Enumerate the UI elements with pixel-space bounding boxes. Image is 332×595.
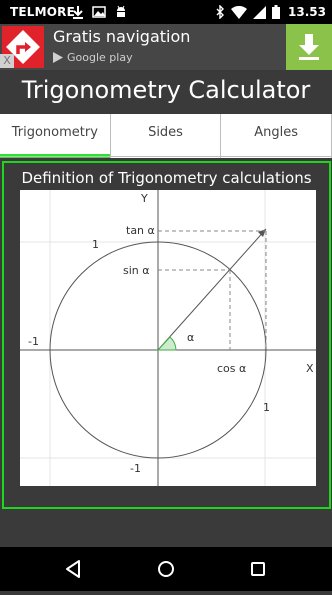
download-icon xyxy=(73,6,83,19)
tab-label: Angles xyxy=(254,125,299,140)
x-neg-one-label: -1 xyxy=(28,335,39,348)
app-bar: Trigonometry Calculator xyxy=(0,70,332,114)
home-icon[interactable] xyxy=(158,561,174,577)
ad-close-button[interactable]: X xyxy=(0,54,14,68)
tab-angles[interactable]: Angles xyxy=(221,114,332,158)
definition-panel: Definition of Trigonometry calculations xyxy=(2,161,331,509)
radius-line xyxy=(157,228,267,351)
angle-label: α xyxy=(187,331,194,344)
ad-banner[interactable]: X Gratis navigation Google play xyxy=(0,24,332,70)
tab-bar: Trigonometry Sides Angles xyxy=(0,114,332,158)
back-icon[interactable] xyxy=(66,560,80,578)
clock: 13.53 xyxy=(288,5,326,19)
google-play-icon xyxy=(53,52,63,63)
carrier-name: TELMORE xyxy=(10,5,76,19)
x-pos-one-label: 1 xyxy=(263,401,270,414)
battery-icon xyxy=(272,5,281,19)
x-axis-label: X xyxy=(306,362,314,375)
tab-label: Trigonometry xyxy=(11,125,98,140)
app-title: Trigonometry Calculator xyxy=(21,76,311,104)
tab-sides[interactable]: Sides xyxy=(111,114,222,158)
unit-circle-svg: Y X tan α sin α cos α α 1 -1 1 -1 xyxy=(20,190,316,486)
sin-label: sin α xyxy=(123,264,150,277)
ad-store-label: Google play xyxy=(67,51,133,64)
signal-icon xyxy=(253,5,267,19)
tab-divider xyxy=(0,156,332,157)
status-bar: TELMORE 13.53 xyxy=(0,0,332,24)
tab-label: Sides xyxy=(148,125,183,140)
panel-title: Definition of Trigonometry calculations xyxy=(21,169,312,187)
image-icon xyxy=(92,6,106,18)
angle-arc xyxy=(156,336,177,351)
tab-trigonometry[interactable]: Trigonometry xyxy=(0,114,111,158)
wifi-icon xyxy=(231,5,248,19)
unit-circle-diagram: Y X tan α sin α cos α α 1 -1 1 -1 xyxy=(20,190,316,486)
ad-title[interactable]: Gratis navigation xyxy=(53,27,190,46)
bluetooth-icon xyxy=(216,5,225,19)
nav-buttons xyxy=(66,560,265,578)
ad-download-button[interactable] xyxy=(286,24,332,70)
tan-label: tan α xyxy=(126,224,155,237)
y-axis-label: Y xyxy=(140,192,148,205)
navigation-bar xyxy=(0,547,332,591)
download-icon xyxy=(299,34,319,60)
recents-icon[interactable] xyxy=(251,562,265,576)
y-neg-one-label: -1 xyxy=(130,462,141,475)
y-pos-one-label: 1 xyxy=(92,238,99,251)
ad-store-badge: Google play xyxy=(53,51,133,64)
cos-label: cos α xyxy=(217,362,246,375)
android-icon xyxy=(117,5,125,17)
